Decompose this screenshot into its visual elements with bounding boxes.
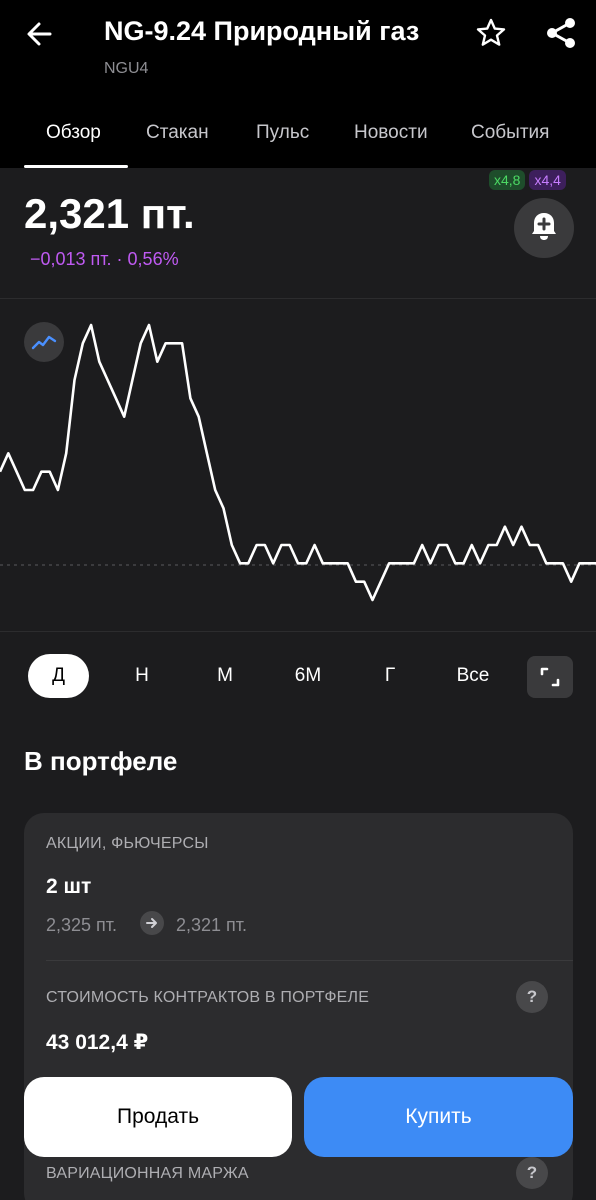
portfolio-title: В портфеле bbox=[24, 746, 178, 776]
contracts-value-label: СТОИМОСТЬ КОНТРАКТОВ В ПОРТФЕЛЕ bbox=[46, 989, 370, 1006]
period-week[interactable]: Н bbox=[112, 654, 172, 698]
active-tab-indicator bbox=[24, 165, 128, 168]
period-year[interactable]: Г bbox=[360, 654, 420, 698]
instrument-screen: NG-9.24 Природный газ NGU4 Обзор Стакан … bbox=[0, 0, 596, 1200]
contracts-value-help-button[interactable]: ? bbox=[516, 981, 548, 1013]
back-button[interactable] bbox=[22, 16, 58, 52]
divider bbox=[0, 298, 596, 299]
current-price: 2,321 пт. bbox=[24, 190, 195, 237]
chart-type-button[interactable] bbox=[24, 322, 64, 362]
period-6-months[interactable]: 6М bbox=[277, 654, 339, 698]
line-chart-icon bbox=[31, 335, 57, 350]
bell-plus-icon bbox=[532, 213, 556, 240]
buy-button[interactable]: Купить bbox=[304, 1077, 573, 1157]
current-price-in-portfolio: 2,321 пт. bbox=[176, 915, 248, 935]
tab-overview[interactable]: Обзор bbox=[46, 122, 101, 144]
long-leverage-badge: x4,8 bbox=[489, 170, 526, 190]
share-icon bbox=[547, 18, 575, 48]
fullscreen-chart-button[interactable] bbox=[527, 656, 573, 698]
tab-bar: Обзор Стакан Пульс Новости События bbox=[0, 108, 596, 168]
period-all[interactable]: Все bbox=[441, 654, 505, 698]
period-day[interactable]: Д bbox=[28, 654, 89, 698]
tab-orderbook[interactable]: Стакан bbox=[146, 122, 209, 144]
variation-margin-help-button[interactable]: ? bbox=[516, 1157, 548, 1189]
tab-news[interactable]: Новости bbox=[354, 122, 428, 144]
sell-button[interactable]: Продать bbox=[24, 1077, 292, 1157]
divider bbox=[0, 631, 596, 632]
price-change: −0,013 пт. · 0,56% bbox=[30, 249, 179, 269]
expand-icon bbox=[540, 667, 560, 687]
star-outline-icon bbox=[476, 18, 506, 46]
header: NG-9.24 Природный газ NGU4 Обзор Стакан … bbox=[0, 0, 596, 168]
holdings-quantity: 2 шт bbox=[46, 875, 92, 898]
contracts-value: 43 012,4 ₽ bbox=[46, 1031, 149, 1054]
variation-margin-label: ВАРИАЦИОННАЯ МАРЖА bbox=[46, 1165, 249, 1182]
page-title: NG-9.24 Природный газ bbox=[104, 16, 420, 46]
arrow-left-icon bbox=[27, 22, 52, 46]
tab-events[interactable]: События bbox=[471, 122, 549, 144]
chart-series-line bbox=[0, 323, 596, 602]
holdings-label: АКЦИИ, ФЬЮЧЕРСЫ bbox=[46, 835, 209, 852]
leverage-badges: x4,8 x4,4 bbox=[489, 170, 566, 190]
price-chart[interactable] bbox=[0, 300, 596, 630]
short-leverage-badge: x4,4 bbox=[529, 170, 566, 190]
period-month[interactable]: М bbox=[195, 654, 255, 698]
ticker-symbol: NGU4 bbox=[104, 60, 149, 77]
share-button[interactable] bbox=[542, 14, 580, 52]
period-selector: Д Н М 6М Г Все bbox=[0, 654, 596, 700]
arrow-right-icon bbox=[140, 911, 164, 935]
favorite-button[interactable] bbox=[472, 14, 510, 52]
tab-pulse[interactable]: Пульс bbox=[256, 122, 309, 144]
price-alert-button[interactable] bbox=[514, 198, 574, 258]
average-price: 2,325 пт. bbox=[46, 915, 118, 935]
card-divider bbox=[46, 960, 573, 961]
